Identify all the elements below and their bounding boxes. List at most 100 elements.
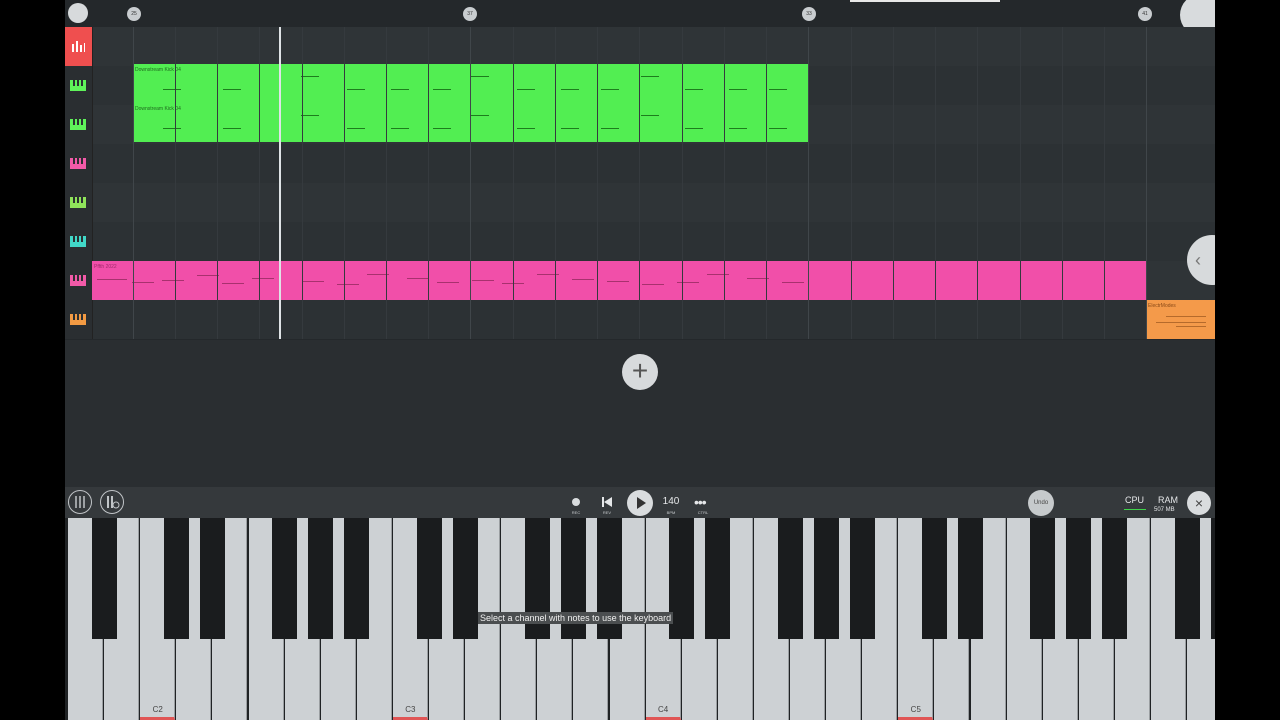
bar-marker[interactable]: 25	[127, 7, 141, 21]
black-key[interactable]	[1174, 518, 1200, 639]
grid-line	[302, 27, 303, 339]
track-header[interactable]	[65, 66, 93, 105]
octave-label: C5	[910, 705, 921, 714]
black-key[interactable]	[163, 518, 189, 639]
record-button[interactable]	[572, 498, 580, 506]
octave-label: C4	[657, 705, 669, 714]
track-header[interactable]	[65, 261, 93, 300]
black-key[interactable]	[921, 518, 947, 639]
more-label: CTRL	[697, 510, 709, 515]
mixer-icon[interactable]	[68, 490, 92, 514]
grid-line	[386, 27, 387, 339]
pattern-clip[interactable]: Downstream Kick 04	[133, 64, 809, 103]
black-key[interactable]	[958, 518, 983, 639]
grid-line	[682, 27, 683, 339]
black-key[interactable]	[199, 518, 225, 639]
grid-line	[513, 27, 514, 339]
track-header[interactable]	[65, 27, 93, 66]
track-row[interactable]	[65, 144, 1215, 184]
cpu-label: CPU	[1125, 495, 1145, 505]
rewind-label: REV	[602, 510, 612, 515]
grid-line	[555, 27, 556, 339]
clip-label: Downstream Kick 04	[135, 67, 181, 73]
transport-toolbar: REC REV 140 BPM ••• CTRL Undo CPU RAM 50…	[65, 487, 1215, 518]
track-row[interactable]	[65, 27, 1215, 67]
bar-marker[interactable]: 33	[802, 7, 816, 21]
grid-line	[133, 27, 134, 339]
black-key[interactable]	[416, 518, 442, 639]
undo-button[interactable]: Undo	[1028, 490, 1054, 516]
playhead[interactable]	[279, 27, 281, 339]
timeline-ruler[interactable]: 25 37 33 41	[65, 0, 1215, 36]
black-key[interactable]	[1030, 518, 1056, 639]
piano-icon	[70, 314, 86, 325]
time-display[interactable]	[850, 0, 1000, 2]
bar-marker[interactable]: 37	[463, 7, 477, 21]
black-key[interactable]	[91, 518, 117, 639]
piano-icon	[70, 158, 86, 169]
channel-rack-icon[interactable]	[100, 490, 124, 514]
grid-line	[639, 27, 640, 339]
play-button[interactable]	[627, 490, 653, 516]
black-key[interactable]	[777, 518, 803, 639]
octave-label: C2	[152, 705, 163, 714]
grid-line	[1020, 27, 1021, 339]
bpm-label: BPM	[666, 510, 676, 515]
grid-line	[259, 27, 260, 339]
playlist[interactable]: Downstream Kick 04 Downstream Kick 04 Pf…	[65, 27, 1215, 340]
grid-line	[893, 27, 894, 339]
add-track-button[interactable]: +	[622, 354, 658, 390]
grid-line	[935, 27, 936, 339]
piano-icon	[70, 80, 86, 91]
track-header[interactable]	[65, 144, 93, 183]
black-key[interactable]	[1210, 518, 1215, 639]
grid-line	[1062, 27, 1063, 339]
piano-icon	[70, 275, 86, 286]
piano-icon	[70, 197, 86, 208]
ram-label: RAM	[1158, 495, 1178, 505]
grid-line	[470, 27, 471, 339]
black-key[interactable]	[1066, 518, 1092, 639]
black-key[interactable]	[308, 518, 334, 639]
track-header[interactable]	[65, 222, 93, 261]
pattern-clip[interactable]: ElectrModes	[1146, 300, 1215, 339]
octave-label: C3	[405, 705, 416, 714]
clip-label: ElectrModes	[1148, 303, 1176, 309]
black-key[interactable]	[344, 518, 370, 639]
black-key[interactable]	[813, 518, 839, 639]
black-key[interactable]	[452, 518, 478, 639]
mixer-icon	[72, 41, 85, 52]
bar-marker[interactable]: 41	[1138, 7, 1152, 21]
piano-icon	[70, 119, 86, 130]
grid-line	[977, 27, 978, 339]
more-icon[interactable]: •••	[694, 494, 707, 510]
grid-line	[597, 27, 598, 339]
pattern-clip[interactable]: Downstream Kick 04	[133, 103, 809, 142]
menu-icon[interactable]	[68, 3, 88, 23]
track-row[interactable]	[65, 183, 1215, 223]
grid-line	[1146, 27, 1147, 339]
clip-label: Pffth 2022	[94, 264, 117, 270]
bpm-value[interactable]: 140	[661, 496, 681, 507]
grid-line	[217, 27, 218, 339]
piano-icon	[70, 236, 86, 247]
track-row[interactable]	[65, 300, 1215, 340]
track-header[interactable]	[65, 183, 93, 222]
ram-value: 507 MB	[1154, 507, 1175, 513]
track-row[interactable]	[65, 222, 1215, 262]
black-key[interactable]	[1102, 518, 1128, 639]
grid-line	[175, 27, 176, 339]
grid-line	[724, 27, 725, 339]
close-icon[interactable]: ×	[1187, 491, 1211, 515]
track-header[interactable]	[65, 300, 93, 339]
keyboard-hint: Select a channel with notes to use the k…	[478, 612, 674, 624]
black-key[interactable]	[705, 518, 731, 639]
rewind-icon[interactable]	[601, 496, 613, 508]
grid-line	[851, 27, 852, 339]
black-key[interactable]	[272, 518, 298, 639]
grid-line	[766, 27, 767, 339]
grid-line	[428, 27, 429, 339]
pattern-clip[interactable]: Pffth 2022	[92, 261, 1146, 300]
black-key[interactable]	[849, 518, 875, 639]
track-header[interactable]	[65, 105, 93, 144]
